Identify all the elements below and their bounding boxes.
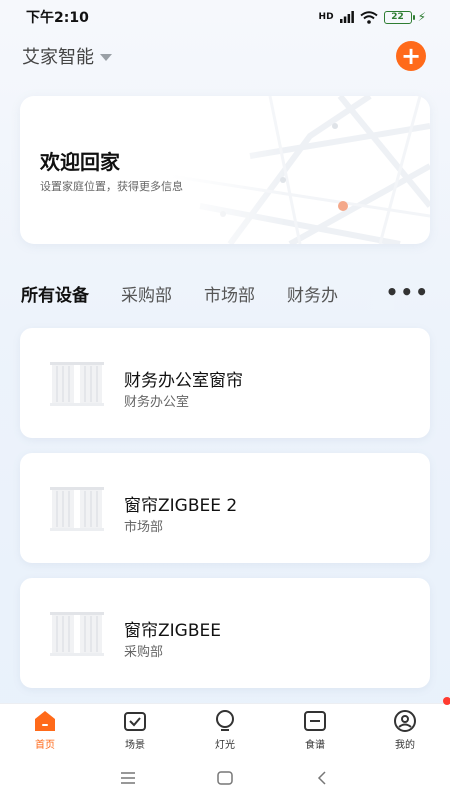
status-icons: HD 22 ⚡ <box>319 10 426 24</box>
nav-recipes[interactable]: 食谱 <box>280 709 350 751</box>
cellular-icon <box>339 11 354 23</box>
nav-label: 我的 <box>395 739 415 751</box>
device-name: 窗帘ZIGBEE 2 <box>124 496 238 516</box>
battery-icon: 22 <box>383 10 415 24</box>
tab-purchasing[interactable]: 采购部 <box>121 281 172 306</box>
nav-label: 灯光 <box>215 739 235 751</box>
device-name: 财务办公室窗帘 <box>124 371 243 391</box>
nav-label: 场景 <box>125 739 145 751</box>
home-icon <box>35 710 55 731</box>
nav-lighting[interactable]: 灯光 <box>190 709 260 751</box>
bulb-icon <box>216 709 234 731</box>
battery-level: 22 <box>391 12 404 22</box>
tab-marketing[interactable]: 市场部 <box>204 281 255 306</box>
welcome-title: 欢迎回家 <box>40 150 120 174</box>
room-tabs: 所有设备 采购部 市场部 财务办 ••• <box>0 276 450 310</box>
back-button[interactable] <box>302 763 342 793</box>
welcome-card[interactable]: 欢迎回家 设置家庭位置，获得更多信息 <box>20 96 430 244</box>
device-room: 财务办公室 <box>124 395 190 410</box>
notification-badge <box>443 697 450 705</box>
plus-icon: + <box>400 42 422 70</box>
recipe-icon <box>304 710 326 731</box>
device-card[interactable]: 窗帘ZIGBEE 采购部 <box>20 578 430 688</box>
device-card[interactable]: 窗帘ZIGBEE 2 市场部 <box>20 453 430 563</box>
status-time: 下午2:10 <box>26 10 89 26</box>
charging-icon: ⚡ <box>417 10 426 24</box>
chevron-down-icon <box>100 54 112 61</box>
home-selector[interactable]: 艾家智能 <box>22 43 112 69</box>
curtain-icon <box>50 612 104 656</box>
wifi-icon <box>359 10 378 24</box>
more-icon[interactable]: ••• <box>386 280 430 304</box>
back-icon <box>317 770 326 785</box>
home-button[interactable] <box>205 763 245 793</box>
nav-profile[interactable]: 我的 <box>370 697 450 751</box>
map-illustration <box>170 96 430 244</box>
add-device-button[interactable]: + <box>396 41 426 71</box>
device-room: 市场部 <box>124 520 164 535</box>
curtain-icon <box>50 362 104 406</box>
tab-all-devices[interactable]: 所有设备 <box>21 281 89 306</box>
welcome-subtitle: 设置家庭位置，获得更多信息 <box>40 180 183 193</box>
profile-icon <box>394 709 416 732</box>
device-card[interactable]: 财务办公室窗帘 财务办公室 <box>20 328 430 438</box>
system-nav-bar <box>0 755 450 800</box>
status-bar: 下午2:10 HD 22 ⚡ <box>0 0 450 34</box>
nav-label: 首页 <box>35 739 55 751</box>
signal-icon: HD <box>318 12 334 22</box>
tab-finance[interactable]: 财务办 <box>287 281 338 306</box>
nav-home[interactable]: 首页 <box>10 709 80 751</box>
menu-button[interactable] <box>108 763 148 793</box>
curtain-icon <box>50 487 104 531</box>
bottom-nav: 首页 场景 灯光 食谱 我的 <box>0 697 450 755</box>
nav-label: 食谱 <box>305 739 325 751</box>
device-list: 财务办公室窗帘 财务办公室 窗帘ZIGBEE 2 市场部 窗帘ZIGBEE 采购… <box>20 328 430 703</box>
nav-scene[interactable]: 场景 <box>100 709 170 751</box>
device-name: 窗帘ZIGBEE <box>124 621 221 641</box>
home-name: 艾家智能 <box>22 47 94 68</box>
top-header: 艾家智能 + <box>0 34 450 78</box>
menu-icon <box>121 771 136 784</box>
square-icon <box>217 770 233 785</box>
scene-icon <box>124 711 146 731</box>
device-room: 采购部 <box>124 645 164 660</box>
